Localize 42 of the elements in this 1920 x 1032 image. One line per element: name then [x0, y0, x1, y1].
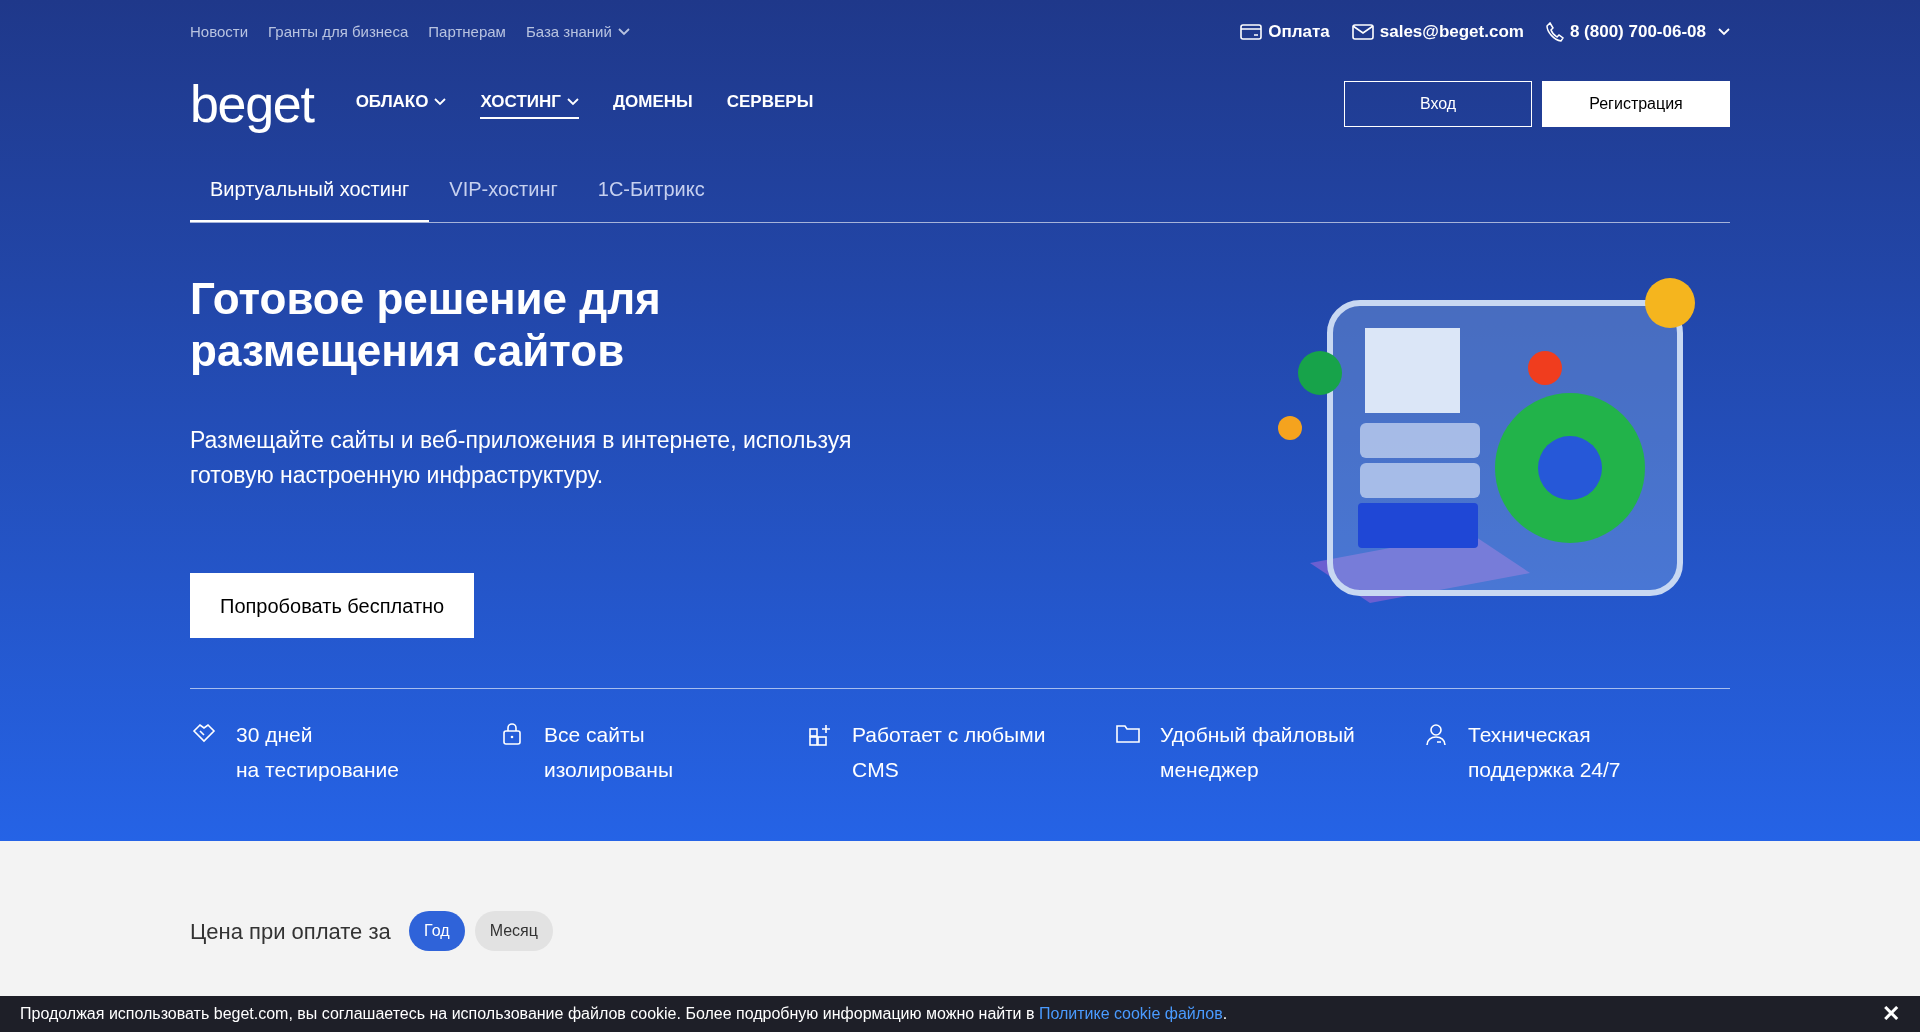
hero-subtitle: Размещайте сайты и веб-приложения в интернете, используя готовую настроенную инфраструктуру. — [190, 426, 853, 490]
cookie-policy-link[interactable]: Политике cookie файлов — [1038, 1005, 1223, 1022]
mail-icon — [1351, 24, 1374, 40]
feature-text: 30 дней — [236, 722, 314, 748]
credit-card-icon — [1240, 24, 1263, 40]
feature-text: на тестирование — [236, 757, 399, 783]
nav-link[interactable]: ДОМЕНЫ — [612, 89, 693, 119]
feature-text: Удобный файловый — [1160, 722, 1355, 748]
nav-link[interactable]: СЕРВЕРЫ — [726, 89, 814, 119]
price-period-label: Цена при оплате за — [190, 917, 391, 946]
folder-icon — [1116, 723, 1140, 743]
hero-title: Готовое решение для размещения сайтов — [190, 273, 662, 377]
try-free-button[interactable]: Попробовать бесплатно — [190, 573, 475, 638]
feature-text: поддержка 24/7 — [1468, 757, 1621, 783]
tab[interactable]: 1С-Битрикс — [577, 174, 725, 222]
nav-link[interactable]: ОБЛАКО — [355, 89, 447, 119]
top-link[interactable]: Новости — [190, 20, 249, 44]
register-button[interactable]: Регистрация — [1542, 81, 1730, 127]
phone-icon — [1545, 22, 1564, 42]
blocks-plus-icon — [808, 723, 832, 747]
feature-text: CMS — [852, 757, 900, 783]
feature-text: изолированы — [544, 757, 673, 783]
login-button[interactable]: Вход — [1344, 81, 1532, 127]
feature-text: Работает с любыми — [852, 722, 1046, 748]
cookie-notice: Продолжая использовать beget.com, вы соглашаетесь на использование файлов cookie. Более подробную информацию можно найти в Политике cookie файлов. — [20, 1004, 1228, 1024]
support-person-icon — [1425, 723, 1447, 747]
lock-icon — [502, 723, 522, 745]
tab[interactable]: VIP-хостинг — [429, 174, 578, 222]
contact-link[interactable]: sales@beget.com — [1351, 19, 1524, 45]
top-link[interactable]: Гранты для бизнеса — [268, 20, 409, 44]
period-toggle[interactable]: Месяц — [474, 911, 553, 951]
top-link[interactable]: Партнерам — [428, 20, 506, 44]
period-toggle[interactable]: Год — [408, 911, 465, 951]
tab[interactable]: Виртуальный хостинг — [190, 174, 430, 222]
feature-text: менеджер — [1160, 757, 1260, 783]
contact-link[interactable]: Оплата — [1240, 19, 1330, 45]
top-link[interactable]: База знаний — [525, 20, 630, 44]
feature-text: Все сайты — [544, 722, 646, 748]
close-button[interactable]: ✕ — [1882, 1003, 1900, 1025]
feature-text: Техническая — [1468, 722, 1592, 748]
contact-link[interactable]: 8 (800) 700-06-08 — [1545, 19, 1730, 45]
nav-link[interactable]: ХОСТИНГ — [480, 89, 579, 119]
